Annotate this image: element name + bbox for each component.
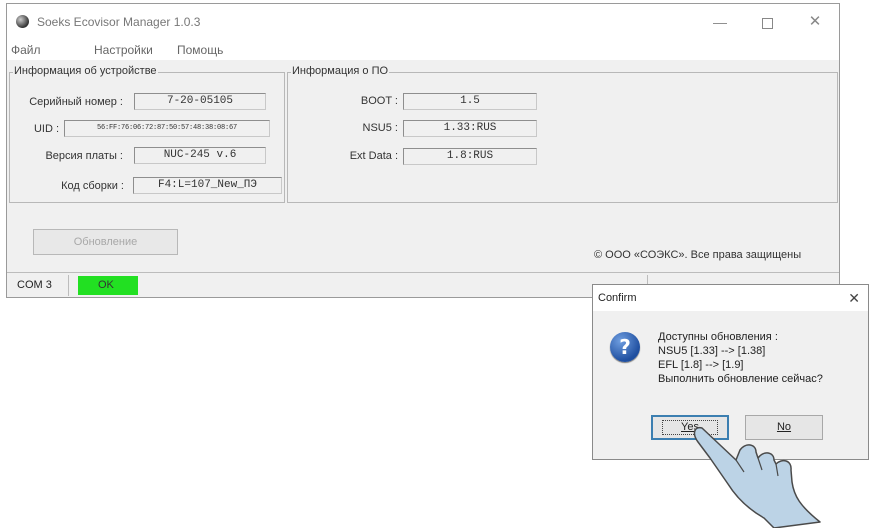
com-port-status: COM 3 — [9, 275, 69, 296]
question-icon: ? — [610, 332, 640, 362]
serial-field: 7-20-05105 — [134, 93, 266, 110]
window-title: Soeks Ecovisor Manager 1.0.3 — [37, 15, 201, 29]
app-logo-icon — [16, 15, 29, 28]
dialog-title-bar: Confirm ✕ — [593, 285, 868, 311]
minimize-button[interactable]: — — [703, 10, 737, 34]
nsu5-field: 1.33:RUS — [403, 120, 537, 137]
software-info-title: Информация о ПО — [291, 65, 390, 77]
software-info-group: Информация о ПО — [287, 65, 838, 203]
dialog-message-line: EFL [1.8] --> [1.9] — [658, 359, 744, 371]
menu-file[interactable]: Файл — [11, 43, 41, 57]
build-field: F4:L=107_New_ПЭ — [133, 177, 282, 194]
pointing-hand-icon — [693, 426, 821, 528]
menu-settings[interactable]: Настройки — [94, 43, 153, 57]
dialog-message-line: Выполнить обновление сейчас? — [658, 373, 823, 385]
maximize-button[interactable] — [750, 10, 784, 34]
ext-data-label: Ext Data : — [349, 150, 398, 162]
ext-data-field: 1.8:RUS — [403, 148, 537, 165]
menu-bar: Файл Настройки Помощь — [7, 40, 839, 60]
dialog-close-button[interactable]: ✕ — [848, 290, 860, 307]
device-info-title: Информация об устройстве — [13, 65, 158, 77]
build-label: Код сборки : — [61, 180, 124, 192]
uid-label: UID : — [33, 123, 59, 135]
nsu5-label: NSU5 : — [362, 122, 398, 134]
update-button[interactable]: Обновление — [33, 229, 178, 255]
uid-field: 56:FF:76:06:72:87:50:57:48:38:08:67 — [64, 120, 270, 137]
close-window-button[interactable]: ✕ — [798, 10, 832, 34]
dialog-title: Confirm — [598, 292, 637, 304]
menu-help[interactable]: Помощь — [177, 43, 223, 57]
board-field: NUC-245 v.6 — [134, 147, 266, 164]
main-window: Soeks Ecovisor Manager 1.0.3 — ✕ Файл На… — [6, 3, 840, 298]
dialog-message-line: Доступны обновления : — [658, 331, 778, 343]
boot-field: 1.5 — [403, 93, 537, 110]
serial-label: Серийный номер : — [29, 96, 123, 108]
boot-label: BOOT : — [360, 95, 398, 107]
connection-status-badge: OK — [78, 276, 138, 295]
maximize-icon — [761, 17, 773, 29]
copyright-text: © ООО «СОЭКС». Все права защищены — [594, 249, 802, 261]
board-label: Версия платы : — [45, 150, 123, 162]
dialog-message-line: NSU5 [1.33] --> [1.38] — [658, 345, 766, 357]
title-bar: Soeks Ecovisor Manager 1.0.3 — ✕ — [7, 4, 839, 40]
